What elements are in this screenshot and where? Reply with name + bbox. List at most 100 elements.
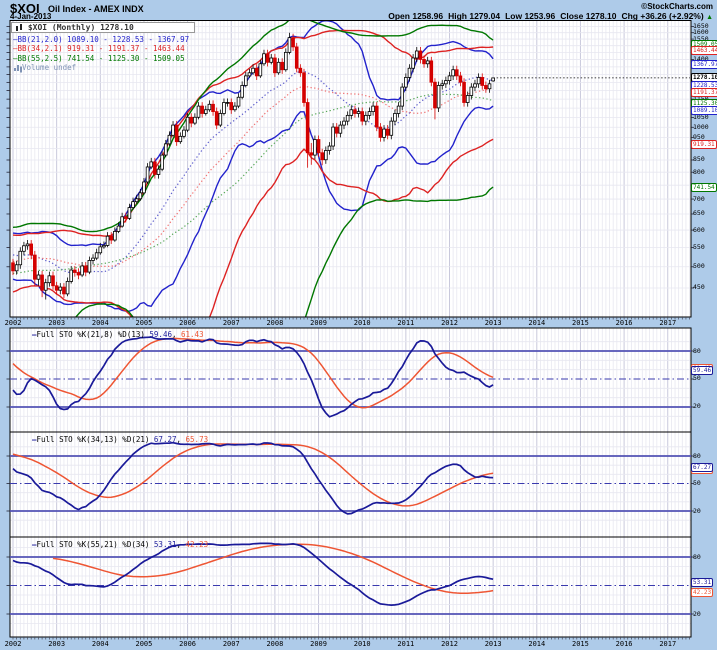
candle-body <box>135 199 138 202</box>
candle-body <box>284 52 287 69</box>
candle-body <box>259 64 262 76</box>
candle-body <box>92 258 95 260</box>
candle-body <box>452 70 455 76</box>
candle-body <box>350 110 353 116</box>
legend-bb34-text: BB(34,2.1) 919.31 - 1191.37 - 1463.44 <box>18 44 185 53</box>
candle-body <box>219 113 222 125</box>
stockcharts-chart-page: $XOI Oil Index - AMEX INDX ©StockCharts.… <box>0 0 717 650</box>
candle-body <box>157 169 160 174</box>
candle-body <box>81 266 84 275</box>
panel2-legend: —Full STO %K(34,13) %D(21) 67.27, 65.73 <box>32 435 208 444</box>
candle-body <box>23 246 26 252</box>
candle-body <box>70 270 73 281</box>
panel2-k-value: 67.27 <box>154 435 177 444</box>
candle-body <box>343 121 346 125</box>
candle-body <box>248 73 251 76</box>
candle-body <box>52 276 55 286</box>
candle-body <box>263 54 266 64</box>
candle-body <box>310 153 313 155</box>
candle-body <box>404 77 407 87</box>
panel3-k-value: 53.31 <box>154 540 177 549</box>
candle-body <box>215 112 218 125</box>
candle-body <box>368 112 371 116</box>
candle-body <box>208 104 211 109</box>
candle-body <box>124 217 127 219</box>
candle-body <box>117 226 120 231</box>
panel1-legend-text: Full STO %K(21,8) %D(13) <box>37 330 145 339</box>
legend-bb55-text: BB(55,2.5) 741.54 - 1125.30 - 1509.05 <box>18 54 185 63</box>
candle-body <box>33 255 36 279</box>
candle-body <box>73 270 76 272</box>
candle-body <box>84 266 87 272</box>
candle-body <box>379 127 382 137</box>
candle-body <box>139 193 142 199</box>
candle-body <box>463 82 466 102</box>
panel3-legend: —Full STO %K(55,21) %D(34) 53.31, 42.23 <box>32 540 208 549</box>
candle-body <box>186 117 189 130</box>
candle-body <box>401 87 404 106</box>
legend-volume-text: Volume undef <box>22 63 76 72</box>
candle-body <box>212 104 215 111</box>
candle-body <box>317 140 320 153</box>
candle-body <box>99 247 102 253</box>
candle-body <box>161 155 164 169</box>
candle-body <box>128 208 131 219</box>
candle-body <box>397 106 400 113</box>
candle-body <box>324 151 327 160</box>
candle-body <box>441 84 444 86</box>
candle-body <box>375 106 378 127</box>
candle-body <box>306 103 309 153</box>
candle-body <box>41 275 44 290</box>
candle-body <box>237 97 240 106</box>
candle-body <box>55 286 58 290</box>
candle-body <box>394 113 397 121</box>
candle-body <box>481 77 484 85</box>
candle-body <box>233 106 236 110</box>
candle-body <box>477 77 480 83</box>
legend-volume: Volume undef <box>13 63 76 72</box>
candle-body <box>143 182 146 193</box>
candle-body <box>132 202 135 208</box>
legend-bb55: —BB(55,2.5) 741.54 - 1125.30 - 1509.05 <box>13 54 185 63</box>
candle-body <box>168 135 171 144</box>
candle-body <box>164 144 167 155</box>
candle-body <box>303 73 306 103</box>
candle-body <box>332 127 335 146</box>
candle-body <box>292 38 295 47</box>
candle-body <box>419 51 422 59</box>
candle-body <box>37 275 40 279</box>
candle-body <box>466 96 469 103</box>
candle-body <box>277 62 280 72</box>
candle-body <box>44 283 47 291</box>
candle-body <box>448 76 451 81</box>
candle-body <box>430 61 433 82</box>
candle-body <box>386 129 389 135</box>
candle-body <box>113 231 116 240</box>
candle-body <box>437 85 440 107</box>
legend-bb21-text: BB(21,2.0) 1089.10 - 1228.53 - 1367.97 <box>18 35 190 44</box>
candle-body <box>415 51 418 58</box>
candle-body <box>110 236 113 240</box>
candle-body <box>48 276 51 283</box>
candle-body <box>412 58 415 68</box>
candle-body <box>77 272 80 275</box>
candle-body <box>266 54 269 63</box>
candle-body <box>121 217 124 226</box>
panel2-d-value: 65.73 <box>186 435 209 444</box>
panel1-legend: —Full STO %K(21,8) %D(13) 59.46, 61.43 <box>32 330 204 339</box>
candle-body <box>19 251 22 264</box>
candle-body <box>346 115 349 121</box>
candle-body <box>372 106 375 112</box>
candle-body <box>230 103 233 110</box>
candle-body <box>175 125 178 142</box>
panel2-legend-text: Full STO %K(34,13) %D(21) <box>37 435 150 444</box>
candle-body <box>444 81 447 84</box>
panel1-k-value: 59.46 <box>149 330 172 339</box>
legend-bb21: —BB(21,2.0) 1089.10 - 1228.53 - 1367.97 <box>13 35 189 44</box>
candle-body <box>30 244 33 255</box>
candle-body <box>408 68 411 77</box>
volume-icon <box>13 64 22 71</box>
candle-body <box>470 87 473 95</box>
candle-body <box>270 58 273 62</box>
candle-body <box>390 121 393 135</box>
